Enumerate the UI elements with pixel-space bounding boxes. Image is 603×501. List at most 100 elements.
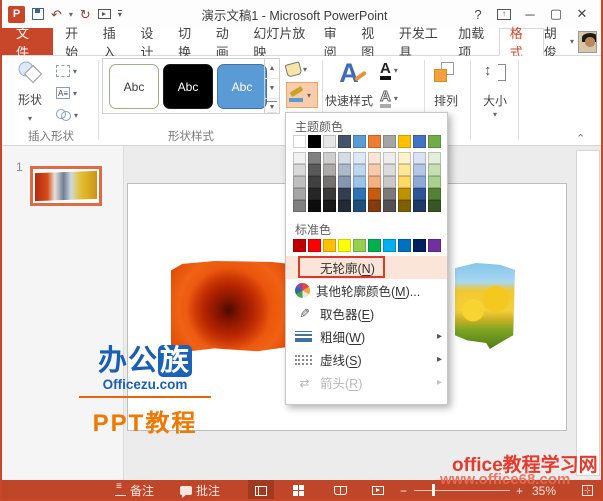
theme-color-swatch[interactable] bbox=[293, 135, 306, 148]
standard-color-swatch[interactable] bbox=[353, 239, 366, 252]
theme-color-swatch[interactable] bbox=[308, 135, 321, 148]
theme-variant-swatch[interactable] bbox=[308, 176, 321, 188]
standard-color-swatch[interactable] bbox=[338, 239, 351, 252]
theme-variant-swatch[interactable] bbox=[293, 188, 306, 200]
tab-开始[interactable]: 开始 bbox=[57, 26, 95, 60]
standard-color-swatch[interactable] bbox=[383, 239, 396, 252]
tab-加载项[interactable]: 加载项 bbox=[450, 26, 499, 60]
theme-variant-swatch[interactable] bbox=[383, 176, 396, 188]
close-button[interactable]: ✕ bbox=[571, 4, 593, 24]
theme-variant-swatch[interactable] bbox=[398, 176, 411, 188]
theme-variant-swatch[interactable] bbox=[353, 164, 366, 176]
theme-variant-swatch[interactable] bbox=[413, 164, 426, 176]
theme-variant-swatch[interactable] bbox=[398, 200, 411, 212]
standard-color-swatch[interactable] bbox=[308, 239, 321, 252]
theme-color-swatch[interactable] bbox=[353, 135, 366, 148]
quick-styles-button[interactable]: 快速样式 bbox=[318, 92, 380, 109]
standard-color-swatch[interactable] bbox=[428, 239, 441, 252]
tab-视图[interactable]: 视图 bbox=[353, 26, 391, 60]
undo-icon[interactable]: ↶ bbox=[51, 8, 62, 21]
comments-button[interactable]: 批注 bbox=[180, 480, 220, 499]
theme-variant-swatch[interactable] bbox=[323, 188, 336, 200]
menu-item-E[interactable]: ✎ 取色器(E) bbox=[286, 302, 447, 325]
slide-thumbnail[interactable] bbox=[30, 166, 102, 206]
arrange-button[interactable]: 排列 bbox=[428, 92, 464, 109]
theme-variant-swatch[interactable] bbox=[383, 152, 396, 164]
reading-view-button[interactable] bbox=[327, 480, 353, 499]
menu-item-W[interactable]: 粗细(W) ▸ bbox=[286, 325, 447, 348]
redo-icon[interactable]: ↻ bbox=[80, 8, 91, 21]
theme-variant-swatch[interactable] bbox=[353, 188, 366, 200]
menu-item-R[interactable]: ⇄ 箭头(R) ▸ bbox=[286, 371, 447, 394]
tab-file[interactable]: 文件 bbox=[2, 26, 54, 60]
edit-shape-button[interactable]: ▾ bbox=[56, 62, 90, 80]
theme-variant-swatch[interactable] bbox=[353, 176, 366, 188]
maximize-button[interactable]: ▢ bbox=[545, 4, 567, 24]
shapes-button[interactable]: 形状 ▾ bbox=[10, 58, 50, 124]
theme-variant-swatch[interactable] bbox=[308, 188, 321, 200]
theme-color-swatch[interactable] bbox=[323, 135, 336, 148]
shape-outline-button[interactable]: ▾ bbox=[286, 82, 318, 108]
theme-variant-swatch[interactable] bbox=[308, 152, 321, 164]
user-avatar[interactable] bbox=[577, 30, 597, 53]
standard-color-swatch[interactable] bbox=[293, 239, 306, 252]
text-outline-button[interactable]: A ▾ bbox=[380, 86, 410, 110]
tab-开发工具[interactable]: 开发工具 bbox=[391, 26, 450, 60]
theme-variant-swatch[interactable] bbox=[428, 164, 441, 176]
start-slideshow-icon[interactable] bbox=[97, 9, 111, 19]
size-caret-icon[interactable]: ▾ bbox=[493, 110, 497, 119]
shape-style-thumbnail[interactable]: Abc bbox=[109, 64, 159, 109]
theme-color-swatch[interactable] bbox=[368, 135, 381, 148]
theme-variant-swatch[interactable] bbox=[383, 188, 396, 200]
standard-color-swatch[interactable] bbox=[323, 239, 336, 252]
vertical-scrollbar[interactable] bbox=[576, 150, 600, 476]
standard-color-swatch[interactable] bbox=[413, 239, 426, 252]
powerpoint-logo-icon[interactable]: P bbox=[8, 5, 25, 23]
tab-format-active[interactable]: 格式 bbox=[498, 26, 544, 60]
tab-设计[interactable]: 设计 bbox=[132, 26, 170, 60]
theme-variant-swatch[interactable] bbox=[398, 188, 411, 200]
undo-caret-icon[interactable]: ▾ bbox=[69, 10, 73, 19]
theme-variant-swatch[interactable] bbox=[323, 164, 336, 176]
theme-color-swatch[interactable] bbox=[428, 135, 441, 148]
theme-variant-swatch[interactable] bbox=[428, 152, 441, 164]
theme-color-swatch[interactable] bbox=[413, 135, 426, 148]
theme-variant-swatch[interactable] bbox=[368, 188, 381, 200]
theme-variant-swatch[interactable] bbox=[323, 200, 336, 212]
theme-variant-swatch[interactable] bbox=[293, 176, 306, 188]
theme-variant-swatch[interactable] bbox=[308, 164, 321, 176]
minimize-button[interactable]: ─ bbox=[519, 4, 541, 24]
notes-button[interactable]: 备注 bbox=[115, 480, 154, 499]
tab-插入[interactable]: 插入 bbox=[95, 26, 133, 60]
gallery-scroll-down-icon[interactable]: ▼ bbox=[265, 79, 279, 99]
theme-variant-swatch[interactable] bbox=[413, 152, 426, 164]
normal-view-button[interactable] bbox=[248, 480, 274, 499]
theme-variant-swatch[interactable] bbox=[338, 152, 351, 164]
theme-variant-swatch[interactable] bbox=[398, 164, 411, 176]
standard-color-swatch[interactable] bbox=[398, 239, 411, 252]
text-fill-button[interactable]: A ▾ bbox=[380, 58, 410, 82]
tab-动画[interactable]: 动画 bbox=[208, 26, 246, 60]
text-box-button[interactable]: A≡ ▾ bbox=[56, 84, 90, 102]
shape-style-thumbnail[interactable]: Abc bbox=[163, 64, 213, 109]
theme-variant-swatch[interactable] bbox=[338, 200, 351, 212]
theme-variant-swatch[interactable] bbox=[338, 176, 351, 188]
theme-variant-swatch[interactable] bbox=[368, 152, 381, 164]
standard-color-swatch[interactable] bbox=[368, 239, 381, 252]
gallery-scroll-up-icon[interactable]: ▲ bbox=[265, 59, 279, 79]
theme-variant-swatch[interactable] bbox=[383, 200, 396, 212]
fit-to-window-button[interactable]: ⊹ bbox=[582, 480, 593, 499]
theme-variant-swatch[interactable] bbox=[428, 188, 441, 200]
theme-variant-swatch[interactable] bbox=[413, 176, 426, 188]
save-icon[interactable] bbox=[32, 8, 44, 20]
theme-variant-swatch[interactable] bbox=[428, 200, 441, 212]
menu-item-S[interactable]: 虚线(S) ▸ bbox=[286, 348, 447, 371]
theme-variant-swatch[interactable] bbox=[413, 188, 426, 200]
theme-variant-swatch[interactable] bbox=[398, 152, 411, 164]
tab-审阅[interactable]: 审阅 bbox=[316, 26, 354, 60]
theme-variant-swatch[interactable] bbox=[428, 176, 441, 188]
zoom-slider-track[interactable] bbox=[414, 490, 510, 491]
merge-shapes-button[interactable]: ▾ bbox=[56, 106, 90, 124]
theme-variant-swatch[interactable] bbox=[353, 200, 366, 212]
help-button[interactable]: ? bbox=[467, 4, 489, 24]
